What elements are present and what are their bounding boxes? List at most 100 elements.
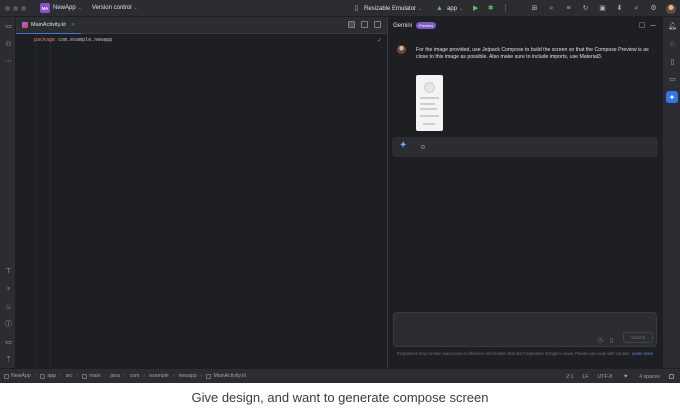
sync-icon[interactable]: ↻	[581, 4, 590, 13]
tab-label: MainActivity.kt	[31, 21, 66, 28]
breadcrumb-label: com	[129, 373, 140, 379]
zoom-window-button[interactable]	[21, 5, 26, 11]
module-icon	[40, 373, 46, 379]
indent-setting[interactable]: 4 spaces	[639, 374, 660, 380]
learn-more-link[interactable]: Learn more	[632, 351, 653, 356]
run-icon[interactable]: ▶	[471, 4, 480, 13]
device-selector[interactable]: ▯ Resizable Emulator ⌄	[352, 0, 423, 17]
project-badge[interactable]: NA	[40, 3, 50, 13]
more-tools-icon[interactable]: ⋯	[4, 57, 13, 66]
more-icon[interactable]: ⋮	[501, 4, 510, 13]
new-chat-icon[interactable]	[639, 22, 645, 28]
image-line	[420, 97, 439, 99]
file-encoding[interactable]: UTF-8	[598, 374, 613, 380]
breadcrumb-label: java	[110, 373, 120, 379]
version-control-menu[interactable]: Version control	[92, 5, 132, 11]
breadcrumb-item[interactable]: main	[82, 373, 101, 379]
device-icon: ▯	[354, 5, 359, 12]
history-icon[interactable]: ◷	[597, 337, 604, 344]
project-icon	[4, 373, 9, 379]
breadcrumb-separator: ›	[172, 373, 175, 379]
run-config-name: app	[447, 5, 458, 12]
editor-tab-bar: MainActivity.kt ✕ ⋮	[16, 17, 402, 34]
minimize-icon[interactable]	[650, 25, 656, 26]
layout-inspector-icon[interactable]: ⊞	[530, 4, 539, 13]
caret-position[interactable]: 2:1	[566, 374, 573, 380]
run-tool-icon[interactable]: ♆	[4, 285, 13, 294]
line-ending[interactable]: LF	[582, 374, 588, 380]
design-view-icon[interactable]	[374, 21, 381, 28]
left-tool-strip: ▭ ⚇ ⋯ ⊤ ♆ ♧ ⓘ ▭ ᛘ	[0, 17, 16, 368]
gemini-tool-button[interactable]: ✦	[666, 91, 678, 103]
image-line	[420, 103, 435, 105]
image-line	[420, 115, 439, 117]
attached-design-image[interactable]	[416, 75, 443, 131]
preview-badge: Preview	[416, 22, 437, 29]
submit-button[interactable]: Submit	[623, 332, 653, 343]
close-window-button[interactable]	[5, 5, 10, 11]
breadcrumb-label: example	[149, 373, 169, 379]
gemini-panel: Gemini Preview For the image provided, u…	[388, 17, 662, 368]
breadcrumb-item[interactable]: newapp	[179, 373, 197, 379]
android-icon: ▲	[436, 5, 443, 12]
problems-icon[interactable]: ⓘ	[4, 320, 13, 329]
folder-icon	[82, 373, 88, 379]
tab-main-activity[interactable]: MainActivity.kt ✕	[16, 17, 81, 34]
run-config-selector[interactable]: ▲ app ⌄ ▶ ✱ ⋮	[435, 0, 510, 17]
split-view-icon[interactable]	[361, 21, 368, 28]
caption: Give design, and want to generate compos…	[0, 383, 680, 412]
breadcrumb: NewApp › app › src › main › java › com ›…	[0, 373, 246, 379]
code-view-icon[interactable]	[348, 21, 355, 28]
check-icon: ✓	[376, 38, 382, 44]
lock-icon[interactable]	[669, 374, 674, 379]
image-line	[423, 123, 435, 125]
project-name[interactable]: NewApp	[53, 5, 76, 11]
image-line	[420, 108, 437, 110]
gemini-sparkle-icon: ✦	[668, 92, 676, 102]
attach-image-icon[interactable]: ▯	[608, 337, 615, 344]
disclaimer-text: Responses may contain inaccurate or offe…	[396, 351, 631, 356]
breadcrumb-item[interactable]: java	[110, 373, 120, 379]
chevron-down-icon: ⌄	[459, 5, 464, 12]
app-inspection-icon[interactable]: ⌕	[547, 4, 556, 13]
notifications-icon[interactable]: 🔔︎	[668, 22, 677, 31]
sparkle-icon[interactable]: ✦	[621, 372, 630, 381]
breadcrumb-separator: ›	[34, 373, 37, 379]
code-keyword: package	[34, 37, 56, 43]
kotlin-file-icon	[206, 373, 212, 379]
chevron-down-icon: ⌄	[133, 5, 138, 11]
running-devices-icon[interactable]: ▭	[668, 75, 677, 84]
gemini-disclaimer: Responses may contain inaccurate or offe…	[396, 351, 654, 357]
gradle-icon[interactable]: ♘	[668, 40, 677, 49]
search-icon[interactable]: ⌕	[632, 4, 641, 13]
device-explorer-icon[interactable]: ▯	[668, 58, 677, 67]
breadcrumb-item[interactable]: app	[40, 373, 56, 379]
folder-icon[interactable]: ▭	[4, 22, 13, 31]
code-area[interactable]: package com.example.newapp ✓	[16, 34, 388, 368]
breadcrumb-separator: ›	[60, 373, 62, 379]
right-tool-strip: 🔔︎ ♘ ▯ ▭ ✦	[662, 17, 680, 368]
device-manager-icon[interactable]: ▣	[598, 4, 607, 13]
resource-manager-icon[interactable]: ⚇	[4, 40, 13, 49]
close-icon[interactable]: ✕	[71, 22, 75, 28]
gear-icon[interactable]: ⚙	[649, 4, 658, 13]
logcat-icon[interactable]: ♧	[4, 303, 13, 312]
breadcrumb-item[interactable]: NewApp	[4, 373, 31, 379]
breadcrumb-item[interactable]: MainActivity.kt	[206, 373, 246, 379]
build-icon[interactable]: ⊤	[4, 267, 13, 276]
gemini-prompt-input[interactable]: ◷ ▯ Submit	[393, 312, 657, 347]
breadcrumb-item[interactable]: src	[66, 373, 73, 379]
breadcrumb-item[interactable]: example	[149, 373, 169, 379]
window-controls	[5, 5, 26, 11]
code-editor: MainActivity.kt ✕ ⋮ package com.example.…	[16, 17, 402, 368]
user-avatar[interactable]	[666, 3, 676, 14]
minimize-window-button[interactable]	[13, 5, 18, 11]
sdk-manager-icon[interactable]: ⬇	[615, 4, 624, 13]
profiler-icon[interactable]: ≡	[564, 4, 573, 13]
breadcrumb-separator: ›	[123, 373, 126, 379]
git-icon[interactable]: ᛘ	[4, 355, 13, 364]
terminal-icon[interactable]: ▭	[4, 338, 13, 347]
breadcrumb-item[interactable]: com	[130, 373, 140, 379]
breadcrumb-separator: ›	[143, 373, 146, 379]
debug-icon[interactable]: ✱	[486, 4, 495, 13]
